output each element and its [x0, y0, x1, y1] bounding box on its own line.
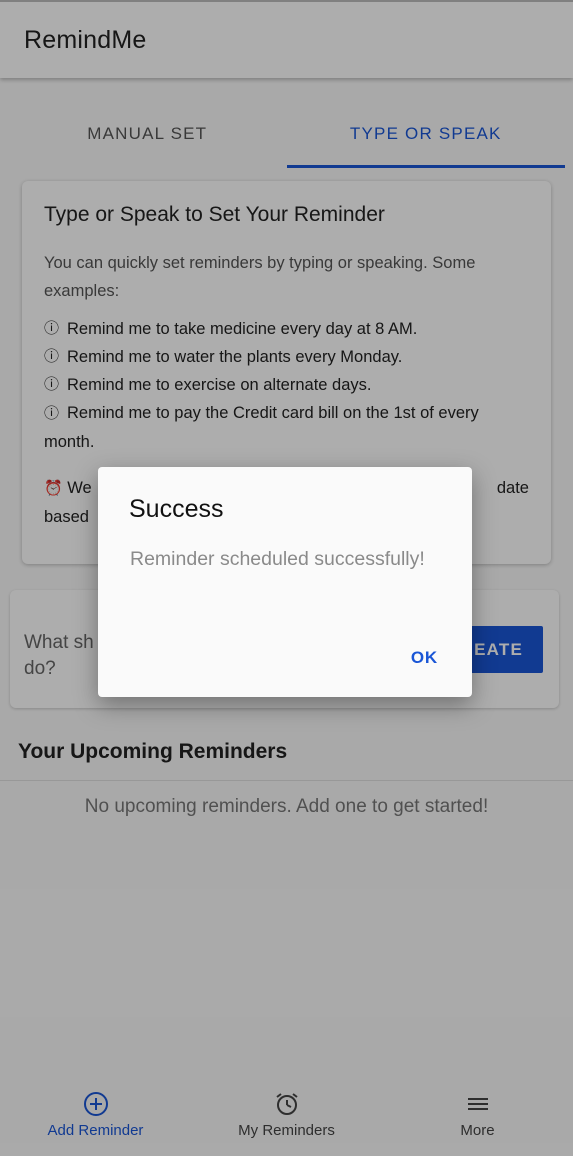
dialog-message: Reminder scheduled successfully! [130, 548, 425, 570]
success-dialog: Success Reminder scheduled successfully!… [98, 467, 472, 697]
app-root: RemindMe MANUAL SET TYPE OR SPEAK Type o… [0, 0, 573, 1156]
ok-button[interactable]: OK [411, 648, 438, 668]
dialog-title: Success [129, 495, 224, 523]
